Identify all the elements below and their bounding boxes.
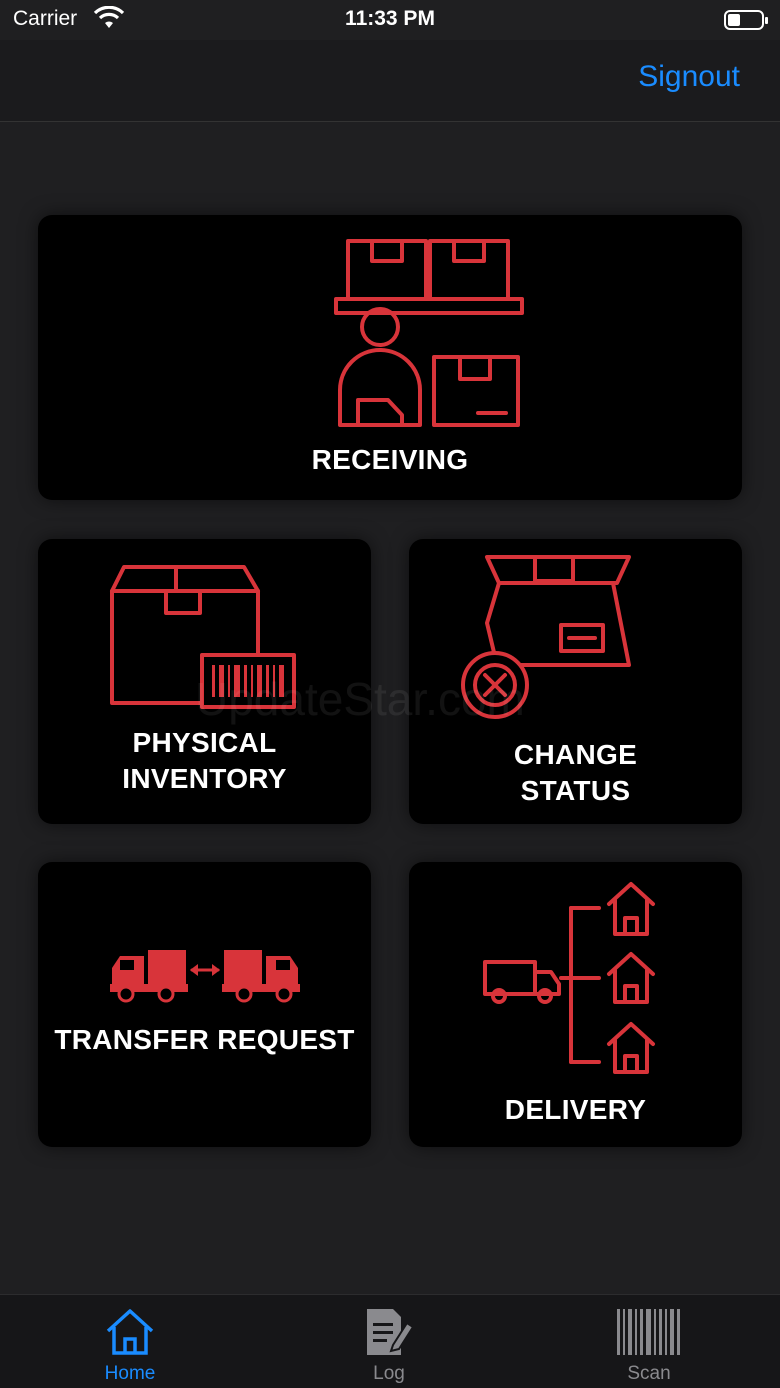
trucks-transfer-icon (110, 950, 300, 1003)
status-bar: Carrier 11:33 PM (0, 0, 780, 40)
delivery-label: DELIVERY (504, 1094, 647, 1125)
transfer-request-label: TRANSFER REQUEST (54, 1024, 355, 1055)
tab-bar: Home Log Scan (0, 1294, 780, 1388)
receiving-icon (334, 239, 524, 427)
physical-inventory-label-line2: INVENTORY (122, 763, 287, 794)
receiving-tile[interactable]: RECEIVING (38, 215, 742, 500)
change-status-tile[interactable]: CHANGE STATUS (409, 539, 742, 824)
box-cancel-icon (461, 555, 631, 719)
tab-log-label: Log (373, 1363, 405, 1384)
truck-houses-icon (483, 882, 655, 1074)
tab-scan-label: Scan (627, 1363, 671, 1384)
home-icon (106, 1309, 154, 1355)
signout-button[interactable]: Signout (638, 60, 740, 94)
tab-log[interactable]: Log (309, 1295, 469, 1388)
log-edit-icon (367, 1309, 415, 1355)
navigation-bar: Signout (0, 40, 780, 122)
change-status-label-line1: CHANGE (513, 739, 638, 770)
battery-icon (724, 10, 768, 30)
tab-scan[interactable]: Scan (569, 1295, 729, 1388)
inventory-barcode-icon (110, 565, 296, 709)
transfer-request-tile[interactable]: TRANSFER REQUEST (38, 862, 371, 1147)
physical-inventory-label-line1: PHYSICAL (132, 727, 277, 758)
physical-inventory-tile[interactable]: PHYSICAL INVENTORY (38, 539, 371, 824)
tab-home-label: Home (104, 1363, 156, 1384)
tab-home[interactable]: Home (50, 1295, 210, 1388)
delivery-tile[interactable]: DELIVERY (409, 862, 742, 1147)
change-status-label-line2: STATUS (520, 775, 631, 806)
barcode-icon (617, 1309, 680, 1355)
clock-label: 11:33 PM (345, 7, 435, 30)
receiving-label: RECEIVING (311, 444, 469, 475)
